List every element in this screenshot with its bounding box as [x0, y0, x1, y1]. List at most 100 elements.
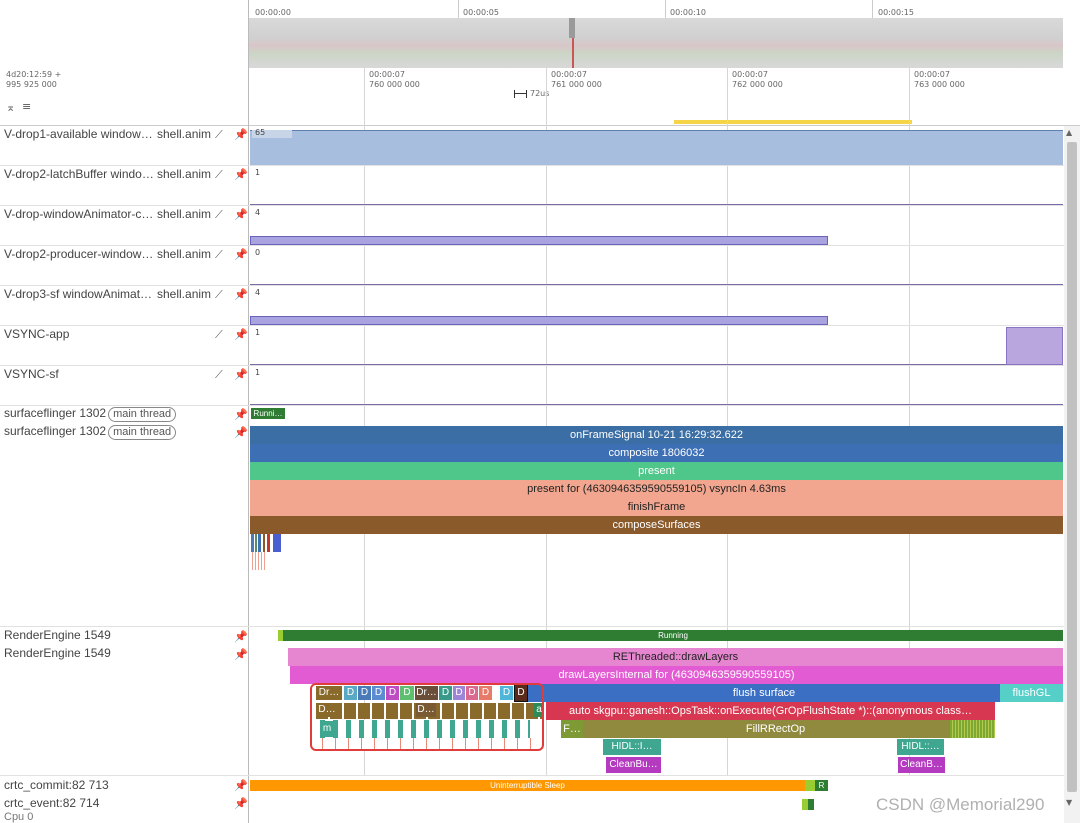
pin-icon[interactable]: 📌 [234, 631, 248, 643]
pin-icon[interactable]: 📌 [234, 427, 248, 439]
chart-icon[interactable]: ⟋ [215, 369, 223, 381]
track-process: shell.anim [157, 167, 212, 181]
slice-present[interactable]: present [250, 462, 1063, 480]
track-name: crtc_commit:82 713 [4, 778, 109, 792]
counter-fill[interactable] [250, 130, 1063, 165]
mini-slices [950, 720, 995, 738]
slice-cleanbuffer[interactable]: CleanBu… [606, 757, 661, 773]
overview-tick: 00:00:15 [878, 8, 914, 17]
overview-panel[interactable] [249, 0, 1063, 68]
timeline-tick: 00:00:07 762 000 000 [732, 70, 783, 89]
runnable-marker [805, 780, 815, 791]
slice-fillrrectop[interactable]: FillRRectOp [583, 720, 968, 738]
scrollbar-thumb[interactable] [1067, 142, 1077, 792]
running-slice[interactable]: R [815, 780, 828, 791]
mini-slices[interactable] [251, 534, 281, 552]
pin-icon[interactable]: 📌 [234, 780, 248, 792]
scroll-down-arrow[interactable]: ▼ [1066, 798, 1072, 807]
counter-baseline [250, 284, 1063, 285]
counter-baseline [250, 404, 1063, 405]
counter-fill[interactable] [250, 236, 828, 245]
pin-icon[interactable]: 📌 [234, 129, 248, 141]
timeline-tick: 00:00:07 761 000 000 [551, 70, 602, 89]
counter-track[interactable]: VSYNC-sf ⟋ 📌 1 [0, 366, 1064, 406]
counter-track[interactable]: V-drop2-latchBuffer windo… shell.anim ⟋ … [0, 166, 1064, 206]
pin-icon[interactable]: 📌 [234, 289, 248, 301]
sort-icon[interactable]: ≡ [22, 101, 31, 113]
slice-f[interactable]: F… [561, 720, 583, 738]
slice-hidl[interactable]: HIDL::… [897, 739, 944, 755]
slice-onframesignal[interactable]: onFrameSignal 10-21 16:29:32.622 [250, 426, 1063, 444]
pin-icon[interactable]: 📌 [234, 409, 248, 421]
pin-icon[interactable]: 📌 [234, 649, 248, 661]
chart-icon[interactable]: ⟋ [215, 329, 223, 341]
track-process: shell.anim [157, 287, 212, 301]
pin-icon[interactable]: 📌 [234, 329, 248, 341]
mini-slices [252, 552, 266, 570]
counter-value: 0 [255, 248, 261, 257]
track-process: shell.anim [157, 207, 212, 221]
overview-minimap[interactable] [249, 18, 1063, 68]
overview-tick: 00:00:00 [255, 8, 291, 17]
pin-icon[interactable]: 📌 [234, 209, 248, 221]
slice-composesurfaces[interactable]: composeSurfaces [250, 516, 1063, 534]
slice-composite[interactable]: composite 1806032 [250, 444, 1063, 462]
chart-icon[interactable]: ⟋ [215, 129, 223, 141]
watermark: CSDN @Memorial290 [876, 795, 1045, 814]
slice-rethreaded-drawlayers[interactable]: REThreaded::drawLayers [288, 648, 1063, 666]
running-marker [808, 799, 814, 810]
cpu-label: Cpu 0 [4, 811, 34, 823]
counter-fill[interactable] [250, 316, 828, 325]
thread-badge: main thread [108, 407, 177, 422]
counter-track[interactable]: V-drop3-sf windowAnimat… shell.anim ⟋ 📌 … [0, 286, 1064, 326]
track-name: surfaceflinger 1302 main thread [4, 424, 177, 440]
overview-cursor [572, 38, 574, 68]
counter-value: 4 [255, 208, 261, 217]
sleep-slice[interactable]: Uninterruptible Sleep [250, 780, 805, 791]
track-name: V-drop2-latchBuffer windo… [4, 167, 154, 181]
counter-track[interactable]: V-drop2-producer-window… shell.anim ⟋ 📌 … [0, 246, 1064, 286]
pin-icon[interactable]: 📌 [234, 369, 248, 381]
slice-flush-surface[interactable]: flush surface [528, 684, 1000, 702]
slice-flushgl[interactable]: flushGL [1000, 684, 1063, 702]
chart-icon[interactable]: ⟋ [215, 169, 223, 181]
scale-bar [514, 90, 527, 98]
chart-icon[interactable]: ⟋ [215, 289, 223, 301]
pin-icon[interactable]: 📌 [234, 249, 248, 261]
timeline-tick: 00:00:07 763 000 000 [914, 70, 965, 89]
track-name: VSYNC-sf [4, 367, 59, 381]
track-name: V-drop2-producer-window… [4, 247, 154, 261]
counter-track[interactable]: V-drop1-available window… shell.anim ⟋ 📌… [0, 126, 1064, 166]
track-process: shell.anim [157, 127, 212, 141]
slice-skgpu-onexecute[interactable]: auto skgpu::ganesh::OpsTask::onExecute(G… [546, 702, 995, 720]
overview-selection[interactable] [569, 18, 575, 38]
slice-drawlayersinternal[interactable]: drawLayersInternal for (4630946359590559… [290, 666, 1063, 684]
track-name: surfaceflinger 1302 main thread [4, 406, 177, 422]
counter-value: 1 [255, 368, 261, 377]
collapse-all-icon[interactable]: ⌅ [6, 102, 15, 114]
slice-hidl[interactable]: HIDL::I… [603, 739, 661, 755]
chart-icon[interactable]: ⟋ [215, 249, 223, 261]
pin-icon[interactable]: 📌 [234, 169, 248, 181]
thread-state-track[interactable]: surfaceflinger 1302 main thread 📌 Runni… [0, 406, 1064, 424]
pin-icon[interactable]: 📌 [234, 798, 248, 810]
highlight-box [310, 683, 544, 751]
overview-tick: 00:00:10 [670, 8, 706, 17]
chart-icon[interactable]: ⟋ [215, 209, 223, 221]
track-name: V-drop-windowAnimator-c… [4, 207, 154, 221]
running-slice[interactable]: Running [283, 630, 1063, 641]
track-name: V-drop3-sf windowAnimat… [4, 287, 153, 301]
thread-track[interactable]: crtc_commit:82 713 📌 Uninterruptible Sle… [0, 777, 1064, 795]
overview-tick: 00:00:05 [463, 8, 499, 17]
slice-finishframe[interactable]: finishFrame [250, 498, 1063, 516]
slice-present-for[interactable]: present for (4630946359590559105) vsyncI… [250, 480, 1063, 498]
counter-fill[interactable] [1006, 327, 1063, 365]
selection-range-bar[interactable] [674, 120, 912, 124]
counter-baseline [250, 204, 1063, 205]
running-slice[interactable]: Runni… [251, 408, 285, 419]
thread-state-track[interactable]: RenderEngine 1549 📌 Running [0, 628, 1064, 646]
counter-track[interactable]: VSYNC-app ⟋ 📌 1 [0, 326, 1064, 366]
counter-track[interactable]: V-drop-windowAnimator-c… shell.anim ⟋ 📌 … [0, 206, 1064, 246]
slice-cleanbuffer[interactable]: CleanB… [898, 757, 945, 773]
scroll-up-arrow[interactable]: ▲ [1066, 128, 1072, 137]
